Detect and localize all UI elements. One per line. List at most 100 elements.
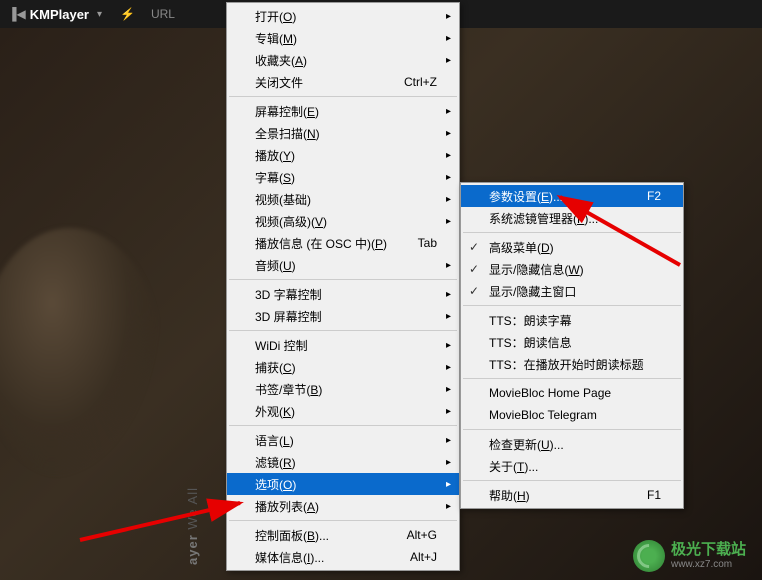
main-menu-item-11[interactable]: 播放信息 (在 OSC 中)(P)Tab xyxy=(227,232,459,254)
footer-cn: 极光下载站 xyxy=(671,542,746,559)
menu-item-label: 显示/隐藏信息(W) xyxy=(489,261,661,278)
menu-separator xyxy=(229,425,457,426)
sub-menu-item-11[interactable]: MovieBloc Home Page xyxy=(461,382,683,404)
menu-item-label: 系统滤镜管理器(F)... xyxy=(489,210,661,227)
submenu-arrow-icon: ▸ xyxy=(446,457,451,468)
sub-menu-item-4[interactable]: ✓ 显示/隐藏信息(W) xyxy=(461,258,683,280)
sub-menu-item-0[interactable]: 参数设置(E)...F2 xyxy=(461,185,683,207)
menu-item-label: 播放列表(A) xyxy=(255,498,437,515)
menu-item-label: 语言(L) xyxy=(255,432,437,449)
sub-menu-item-7[interactable]: TTS：朗读字幕 xyxy=(461,309,683,331)
main-menu-item-14[interactable]: 3D 字幕控制▸ xyxy=(227,283,459,305)
menu-item-label: 高级菜单(D) xyxy=(489,239,661,256)
menu-item-label: 打开(O) xyxy=(255,8,437,25)
main-menu-item-8[interactable]: 字幕(S)▸ xyxy=(227,166,459,188)
main-menu-item-1[interactable]: 专辑(M) ▸ xyxy=(227,27,459,49)
main-menu-item-9[interactable]: 视频(基础) ▸ xyxy=(227,188,459,210)
menu-item-label: TTS：朗读信息 xyxy=(489,334,661,351)
sub-menu-item-15[interactable]: 关于(T)... xyxy=(461,455,683,477)
menu-item-label: WiDi 控制 xyxy=(255,337,437,354)
check-icon: ✓ xyxy=(469,240,479,254)
sub-menu-item-9[interactable]: TTS：在播放开始时朗读标题 xyxy=(461,353,683,375)
sub-menu-item-14[interactable]: 检查更新(U)... xyxy=(461,433,683,455)
url-button[interactable]: URL xyxy=(151,7,175,21)
menu-item-label: 滤镜(R) xyxy=(255,454,437,471)
menu-separator xyxy=(463,232,681,233)
logo-icon: ▐◀ xyxy=(8,7,26,21)
menu-item-label: 参数设置(E)... xyxy=(489,188,647,205)
options-submenu[interactable]: 参数设置(E)...F2 系统滤镜管理器(F)... ✓ 高级菜单(D) ✓ 显示/隐藏信… xyxy=(460,182,684,509)
menu-separator xyxy=(463,378,681,379)
menu-item-label: 3D 屏幕控制 xyxy=(255,308,437,325)
menu-separator xyxy=(229,330,457,331)
main-menu-item-10[interactable]: 视频(高级)(V)▸ xyxy=(227,210,459,232)
menu-item-label: 专辑(M) xyxy=(255,30,437,47)
main-menu-item-6[interactable]: 全景扫描(N)▸ xyxy=(227,122,459,144)
main-menu-item-3[interactable]: 关闭文件Ctrl+Z xyxy=(227,71,459,93)
footer-swirl-icon xyxy=(633,540,665,572)
menu-separator xyxy=(463,429,681,430)
sub-menu-item-1[interactable]: 系统滤镜管理器(F)... xyxy=(461,207,683,229)
menu-separator xyxy=(463,305,681,306)
main-menu-item-25[interactable]: 播放列表(A) ▸ xyxy=(227,495,459,517)
check-icon: ✓ xyxy=(469,262,479,276)
sub-menu-item-8[interactable]: TTS：朗读信息 xyxy=(461,331,683,353)
main-menu-item-28[interactable]: 媒体信息(I)...Alt+J xyxy=(227,546,459,568)
menu-item-label: 音频(U) xyxy=(255,257,437,274)
menu-item-label: 视频(基础) xyxy=(255,191,437,208)
menu-item-label: 播放信息 (在 OSC 中)(P) xyxy=(255,235,418,252)
menu-item-label: MovieBloc Home Page xyxy=(489,386,661,400)
submenu-arrow-icon: ▸ xyxy=(446,435,451,446)
menu-item-label: 关闭文件 xyxy=(255,74,404,91)
main-menu-item-0[interactable]: 打开(O) ▸ xyxy=(227,5,459,27)
submenu-arrow-icon: ▸ xyxy=(446,11,451,22)
main-menu-item-19[interactable]: 书签/章节(B)▸ xyxy=(227,378,459,400)
submenu-arrow-icon: ▸ xyxy=(446,150,451,161)
footer-watermark: 极光下载站 www.xz7.com xyxy=(633,540,746,572)
menu-shortcut: F2 xyxy=(647,189,661,203)
submenu-arrow-icon: ▸ xyxy=(446,479,451,490)
submenu-arrow-icon: ▸ xyxy=(446,362,451,373)
menu-shortcut: Ctrl+Z xyxy=(404,75,437,89)
main-menu-item-24[interactable]: 选项(O)▸ xyxy=(227,473,459,495)
main-menu-item-15[interactable]: 3D 屏幕控制 ▸ xyxy=(227,305,459,327)
main-menu-item-2[interactable]: 收藏夹(A)▸ xyxy=(227,49,459,71)
menu-item-label: 关于(T)... xyxy=(489,458,661,475)
submenu-arrow-icon: ▸ xyxy=(446,216,451,227)
context-menu[interactable]: 打开(O)▸专辑(M)▸收藏夹(A)▸关闭文件Ctrl+Z屏幕控制(E)▸全景扫… xyxy=(226,2,460,571)
sub-menu-item-12[interactable]: MovieBloc Telegram xyxy=(461,404,683,426)
submenu-arrow-icon: ▸ xyxy=(446,33,451,44)
main-menu-item-7[interactable]: 播放(Y)▸ xyxy=(227,144,459,166)
menu-separator xyxy=(463,480,681,481)
sub-menu-item-5[interactable]: ✓显示/隐藏主窗口 xyxy=(461,280,683,302)
menu-item-label: 外观(K) xyxy=(255,403,437,420)
sub-menu-item-17[interactable]: 帮助(H)F1 xyxy=(461,484,683,506)
main-menu-item-23[interactable]: 滤镜(R) ▸ xyxy=(227,451,459,473)
menu-item-label: 媒体信息(I)... xyxy=(255,549,410,566)
submenu-arrow-icon: ▸ xyxy=(446,406,451,417)
submenu-arrow-icon: ▸ xyxy=(446,289,451,300)
menu-separator xyxy=(229,279,457,280)
submenu-arrow-icon: ▸ xyxy=(446,194,451,205)
main-menu-item-20[interactable]: 外观(K) ▸ xyxy=(227,400,459,422)
sub-menu-item-3[interactable]: ✓ 高级菜单(D) xyxy=(461,236,683,258)
menu-item-label: 全景扫描(N) xyxy=(255,125,437,142)
menu-item-label: 收藏夹(A) xyxy=(255,52,437,69)
chevron-down-icon[interactable]: ▾ xyxy=(97,9,102,20)
menu-item-label: TTS：在播放开始时朗读标题 xyxy=(489,356,661,373)
menu-shortcut: F1 xyxy=(647,488,661,502)
submenu-arrow-icon: ▸ xyxy=(446,501,451,512)
submenu-arrow-icon: ▸ xyxy=(446,311,451,322)
menu-shortcut: Tab xyxy=(418,236,437,250)
main-menu-item-5[interactable]: 屏幕控制(E)▸ xyxy=(227,100,459,122)
menu-item-label: 检查更新(U)... xyxy=(489,436,661,453)
bolt-icon[interactable]: ⚡ xyxy=(120,7,135,21)
main-menu-item-17[interactable]: WiDi 控制▸ xyxy=(227,334,459,356)
logo-text: KMPlayer xyxy=(30,7,89,22)
main-menu-item-22[interactable]: 语言(L) ▸ xyxy=(227,429,459,451)
main-menu-item-18[interactable]: 捕获(C)▸ xyxy=(227,356,459,378)
main-menu-item-12[interactable]: 音频(U)▸ xyxy=(227,254,459,276)
main-menu-item-27[interactable]: 控制面板(B)...Alt+G xyxy=(227,524,459,546)
menu-item-label: MovieBloc Telegram xyxy=(489,408,661,422)
app-logo[interactable]: ▐◀ KMPlayer ▾ xyxy=(8,7,102,22)
